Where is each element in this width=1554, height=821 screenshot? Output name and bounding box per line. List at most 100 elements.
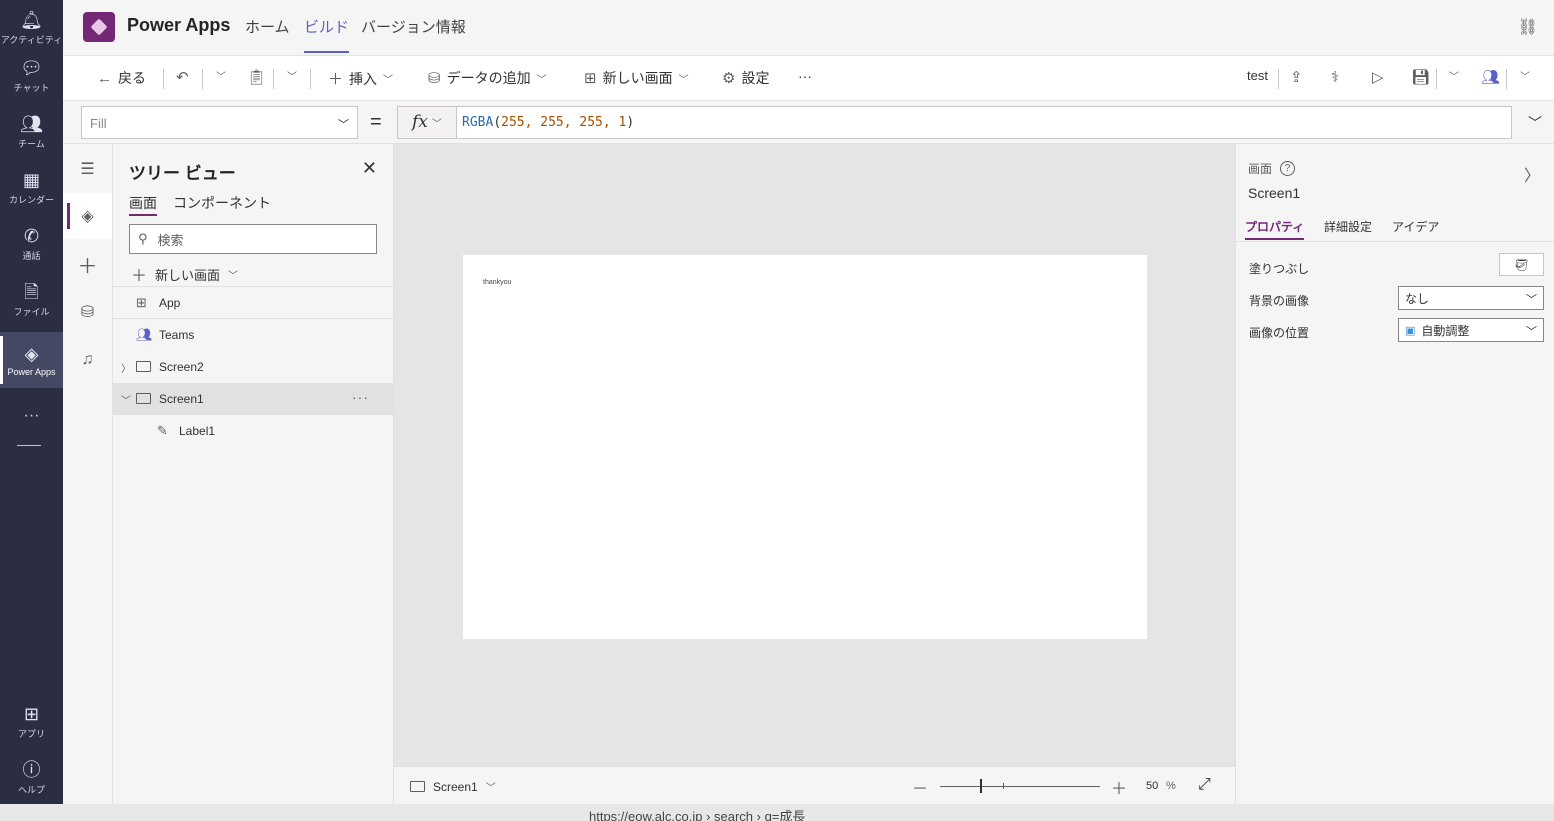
- tab-ideas[interactable]: アイデア: [1392, 218, 1439, 235]
- rail-label: チーム: [18, 139, 45, 149]
- zoom-slider[interactable]: [940, 786, 1100, 787]
- more-options-button[interactable]: ···: [352, 389, 369, 405]
- more-icon: ···: [798, 68, 812, 84]
- image-position-dropdown[interactable]: ▣ 自動調整 ﹀: [1398, 318, 1544, 342]
- tree-view-panel: ツリー ビュー ✕ 画面 コンポーネント ⚲ 検索 ＋ 新しい画面 ﹀ ⊞ Ap…: [113, 144, 394, 804]
- paste-dropdown[interactable]: ﹀: [281, 68, 297, 83]
- chevron-down-icon: ﹀: [1449, 72, 1459, 83]
- help-icon[interactable]: ?: [1280, 161, 1296, 176]
- chevron-down-icon: ﹀: [1526, 294, 1537, 306]
- insert-panel-button[interactable]: ＋: [63, 241, 112, 287]
- media-icon: ♫: [81, 351, 94, 368]
- tab-screens[interactable]: 画面: [129, 193, 157, 216]
- link-icon[interactable]: ⛓︎: [1518, 17, 1538, 37]
- apps-icon: ⊞: [23, 704, 40, 724]
- rail-item-calls[interactable]: ✆ 通話: [0, 216, 63, 272]
- save-icon: 💾︎: [1411, 69, 1431, 86]
- search-placeholder: 検索: [157, 232, 184, 248]
- undo-dropdown[interactable]: ﹀: [210, 68, 226, 83]
- hamburger-menu-button[interactable]: ☰: [63, 146, 112, 192]
- rail-item-chat[interactable]: 💬︎ チャット: [0, 48, 63, 104]
- zoom-slider-tick: [1003, 783, 1004, 789]
- formula-input[interactable]: RGBA(255, 255, 255, 1): [456, 106, 1512, 139]
- chevron-down-icon: ﹀: [1528, 115, 1542, 131]
- tab-home[interactable]: ホーム: [245, 16, 290, 37]
- database-icon: ⛁: [428, 70, 441, 87]
- app-name: test: [1247, 68, 1268, 83]
- add-data-button[interactable]: ⛁ データの追加 ﹀: [428, 68, 547, 88]
- teams-app-rail: 🔔︎ アクティビティ 💬︎ チャット 👥︎ チーム ▦ カレンダー ✆ 通話 🗎…: [0, 0, 63, 804]
- zoom-slider-thumb[interactable]: [980, 779, 982, 793]
- tree-item-screen2[interactable]: 〉 Screen2: [113, 351, 393, 383]
- share-button[interactable]: ⇪: [1290, 68, 1309, 86]
- tree-item-label1[interactable]: ✎ Label1: [113, 415, 393, 447]
- tree-item-label: Teams: [159, 327, 195, 342]
- background-image-dropdown[interactable]: なし ﹀: [1398, 286, 1544, 310]
- zoom-value[interactable]: 50: [1146, 780, 1158, 792]
- label1-control[interactable]: thankyou: [483, 279, 511, 286]
- app-header: Power Apps ホーム ビルド バージョン情報 ⛓︎: [63, 0, 1554, 56]
- save-button[interactable]: 💾︎: [1411, 68, 1436, 86]
- collapse-panel-button[interactable]: 〉: [1524, 162, 1540, 186]
- publish-teams-button[interactable]: 👥︎: [1481, 68, 1506, 86]
- new-screen-button[interactable]: ＋ 新しい画面 ﹀: [131, 262, 238, 286]
- fill-color-picker[interactable]: 🪣︎: [1499, 253, 1544, 276]
- screen-selector-label: Screen1: [433, 779, 478, 794]
- plus-icon: ＋: [77, 255, 98, 278]
- new-screen-button[interactable]: ⊞ 新しい画面 ﹀: [584, 68, 689, 88]
- paste-button[interactable]: 📋︎: [247, 68, 272, 86]
- close-button[interactable]: ✕: [362, 158, 377, 179]
- fill-label: 塗りつぶし: [1249, 262, 1310, 276]
- tab-components[interactable]: コンポーネント: [173, 193, 271, 213]
- publish-dropdown[interactable]: ﹀: [1514, 68, 1530, 83]
- rail-item-calendar[interactable]: ▦ カレンダー: [0, 160, 63, 216]
- chevron-down-icon: ﹀: [228, 270, 239, 282]
- data-panel-button[interactable]: ⛁: [63, 289, 112, 335]
- expand-formula-button[interactable]: ﹀: [1528, 113, 1542, 133]
- rail-item-apps[interactable]: ⊞ アプリ: [0, 694, 63, 750]
- image-position-value: 自動調整: [1421, 323, 1470, 338]
- tree-item-screen1[interactable]: ﹀ Screen1 ···: [113, 383, 393, 415]
- property-dropdown[interactable]: Fill ﹀: [81, 106, 358, 139]
- tab-about[interactable]: バージョン情報: [361, 16, 466, 37]
- insert-button[interactable]: ＋ 挿入 ﹀: [328, 68, 393, 89]
- edit-label-icon: ✎: [157, 423, 168, 438]
- more-commands-button[interactable]: ···: [798, 68, 812, 84]
- back-button[interactable]: ← 戻る: [97, 68, 146, 88]
- rail-more-button[interactable]: ···: [0, 388, 63, 444]
- chevron-right-icon[interactable]: 〉: [121, 360, 131, 375]
- fit-to-window-button[interactable]: ⤢: [1198, 776, 1211, 794]
- save-dropdown[interactable]: ﹀: [1443, 68, 1459, 83]
- tree-item-label: Screen2: [159, 360, 204, 374]
- rail-item-power-apps[interactable]: ◈ Power Apps: [0, 332, 63, 388]
- rail-divider: [17, 445, 41, 446]
- divider: [1236, 241, 1554, 242]
- rail-item-teams[interactable]: 👥︎ チーム: [0, 104, 63, 160]
- tree-view-title: ツリー ビュー: [129, 164, 236, 183]
- media-panel-button[interactable]: ♫: [63, 337, 112, 383]
- app-checker-button[interactable]: ⚕: [1331, 68, 1345, 86]
- undo-button[interactable]: ↶: [176, 68, 195, 86]
- tab-advanced[interactable]: 詳細設定: [1324, 218, 1372, 235]
- function-button[interactable]: fx ﹀: [397, 106, 456, 139]
- rail-item-help[interactable]: ⓘ ヘルプ: [0, 750, 63, 806]
- tab-properties[interactable]: プロパティ: [1245, 218, 1305, 240]
- tree-item-teams[interactable]: 👥︎ Teams: [113, 318, 393, 350]
- rail-label: 通話: [22, 251, 41, 261]
- search-input[interactable]: ⚲ 検索: [129, 224, 377, 254]
- settings-button[interactable]: ⚙ 設定: [722, 68, 769, 88]
- zoom-out-button[interactable]: －: [912, 775, 928, 799]
- rail-item-files[interactable]: 🗎 ファイル: [0, 272, 63, 328]
- screen-selector[interactable]: Screen1 ﹀: [410, 779, 496, 794]
- rail-label: チャット: [13, 83, 50, 93]
- tree-item-app[interactable]: ⊞ App: [113, 286, 393, 318]
- file-icon: 🗎: [24, 282, 39, 302]
- preview-button[interactable]: ▷: [1372, 68, 1390, 86]
- tree-view-button[interactable]: ◈: [63, 193, 112, 239]
- phone-icon: ✆: [23, 226, 40, 246]
- chevron-down-icon[interactable]: ﹀: [121, 392, 131, 407]
- zoom-in-button[interactable]: ＋: [1111, 775, 1127, 799]
- chevron-down-icon: ﹀: [485, 783, 496, 794]
- tab-build[interactable]: ビルド: [304, 16, 350, 53]
- screen-canvas[interactable]: thankyou: [463, 255, 1147, 639]
